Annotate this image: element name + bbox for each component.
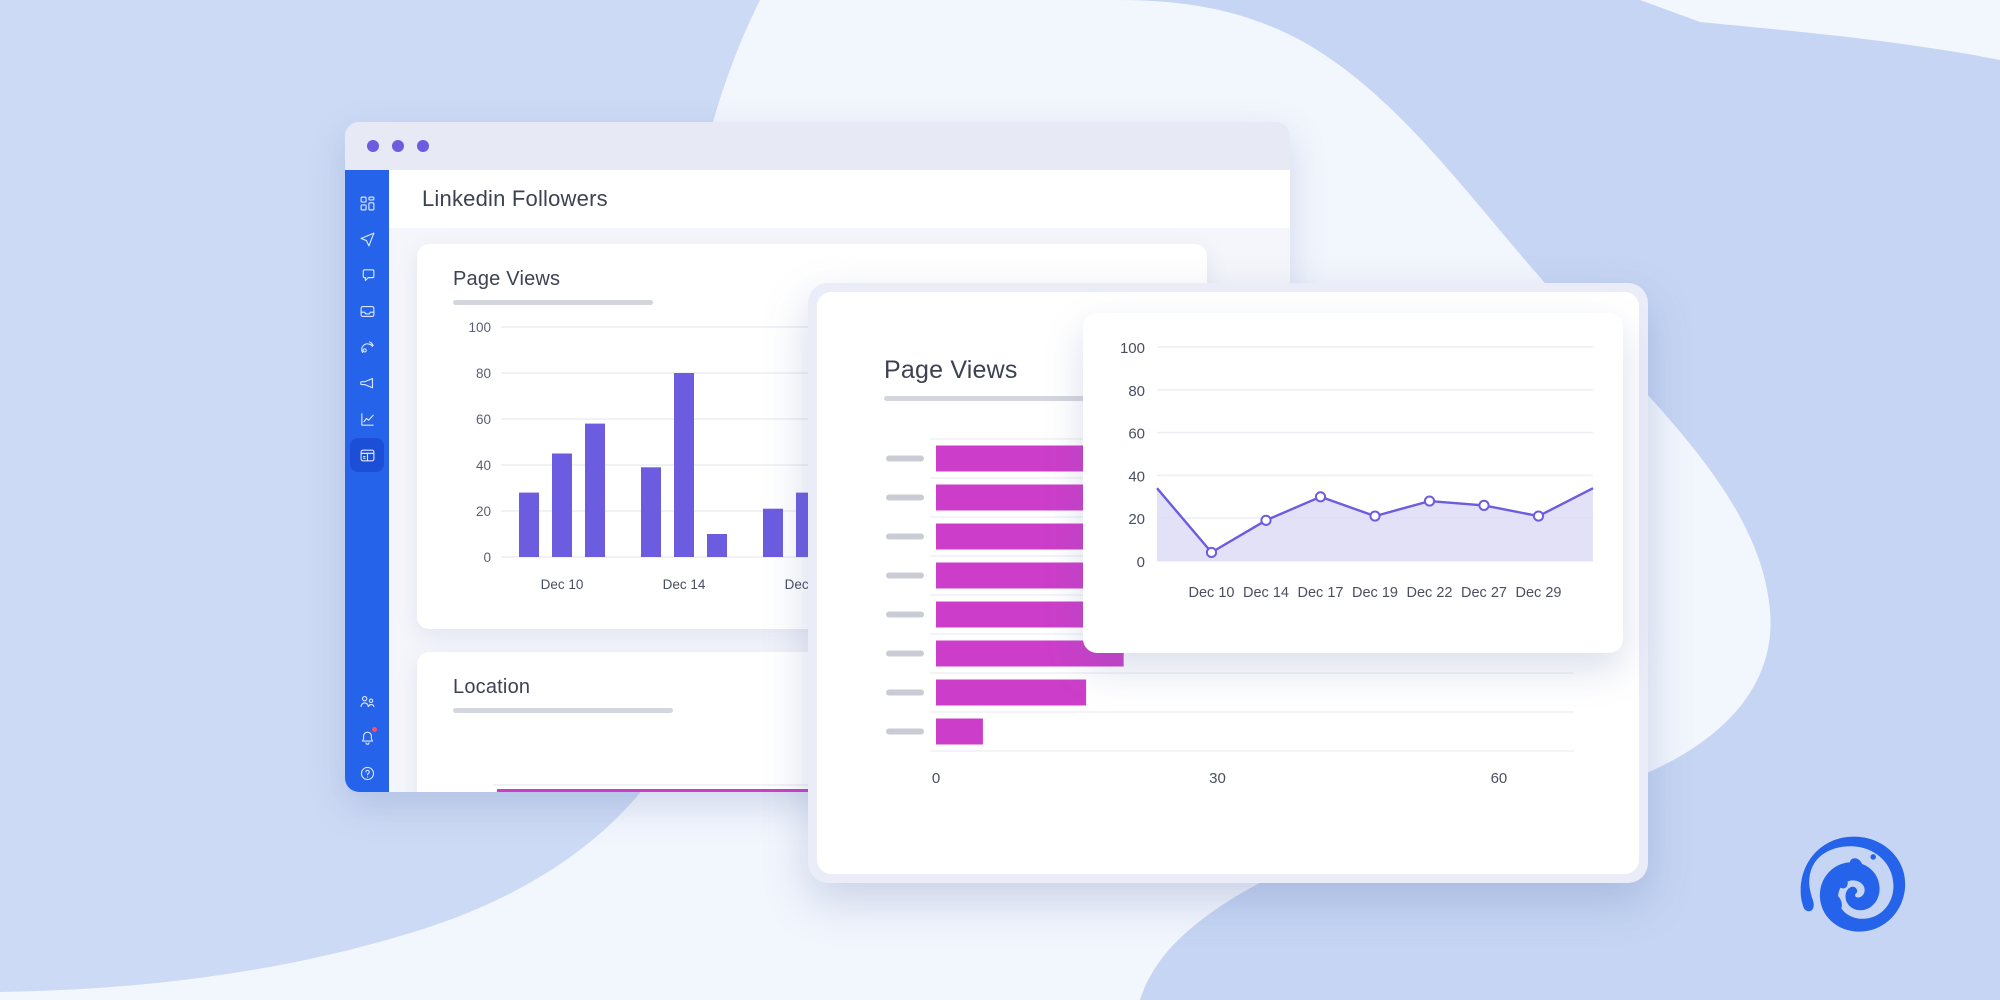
window-dot-maximize[interactable] [417,140,429,152]
svg-text:20: 20 [476,504,491,519]
chat-icon [359,267,376,284]
svg-text:30: 30 [1209,770,1226,787]
svg-text:80: 80 [476,366,491,381]
svg-text:0: 0 [483,550,491,565]
line-chart-icon [359,411,376,428]
title-underline [453,300,653,305]
svg-text:Dec 10: Dec 10 [1189,585,1235,601]
svg-text:20: 20 [1128,511,1145,528]
sidebar-item-send[interactable] [350,222,384,256]
window-dot-close[interactable] [367,140,379,152]
window-titlebar [345,122,1290,170]
help-circle-icon [359,765,376,782]
svg-text:60: 60 [1128,426,1145,443]
svg-text:40: 40 [476,458,491,473]
window-dot-minimize[interactable] [392,140,404,152]
svg-text:Dec 29: Dec 29 [1516,585,1562,601]
svg-text:0: 0 [932,770,940,787]
svg-text:Dec 19: Dec 19 [1352,585,1398,601]
notification-badge [372,727,377,732]
users-icon [359,693,376,710]
svg-text:60: 60 [1491,770,1508,787]
sidebar-item-broadcast[interactable] [350,330,384,364]
sidebar-item-inbox[interactable] [350,294,384,328]
svg-text:Dec 14: Dec 14 [663,577,706,592]
svg-text:40: 40 [1128,468,1145,485]
sidebar-item-analytics[interactable] [350,402,384,436]
title-underline [453,708,673,713]
page-title: Linkedin Followers [422,186,608,212]
svg-text:60: 60 [476,412,491,427]
svg-text:0: 0 [1137,554,1145,571]
svg-text:Dec 10: Dec 10 [541,577,584,592]
svg-text:Dec 17: Dec 17 [1298,585,1344,601]
sidebar-item-reports[interactable] [350,438,384,472]
sidebar-item-help[interactable] [350,756,384,790]
sidebar [345,170,389,792]
svg-text:100: 100 [1120,340,1145,357]
calendar-grid-icon [359,447,376,464]
page-views-line-chart: 0 20 40 60 80 100 Dec 10 Dec 14 Dec 17 Dec 19 Dec … [1101,333,1605,641]
svg-text:Dec 27: Dec 27 [1461,585,1507,601]
sidebar-item-announcements[interactable] [350,366,384,400]
topbar: Linkedin Followers [389,170,1290,228]
sidebar-item-notifications[interactable] [350,720,384,754]
send-icon [359,231,376,248]
sidebar-item-messages[interactable] [350,258,384,292]
satellite-icon [359,339,376,356]
svg-text:80: 80 [1128,383,1145,400]
svg-text:100: 100 [468,320,491,335]
wave-spiral-logo [1790,826,1918,954]
dashboard-icon [359,195,376,212]
inbox-icon [359,303,376,320]
sidebar-item-dashboard[interactable] [350,186,384,220]
page-views-line-card[interactable]: 0 20 40 60 80 100 Dec 10 Dec 14 Dec 17 Dec 19 Dec … [1083,313,1623,653]
svg-text:Dec 22: Dec 22 [1407,585,1453,601]
svg-text:Dec 14: Dec 14 [1243,585,1289,601]
sidebar-item-contacts[interactable] [350,684,384,718]
megaphone-icon [359,375,376,392]
